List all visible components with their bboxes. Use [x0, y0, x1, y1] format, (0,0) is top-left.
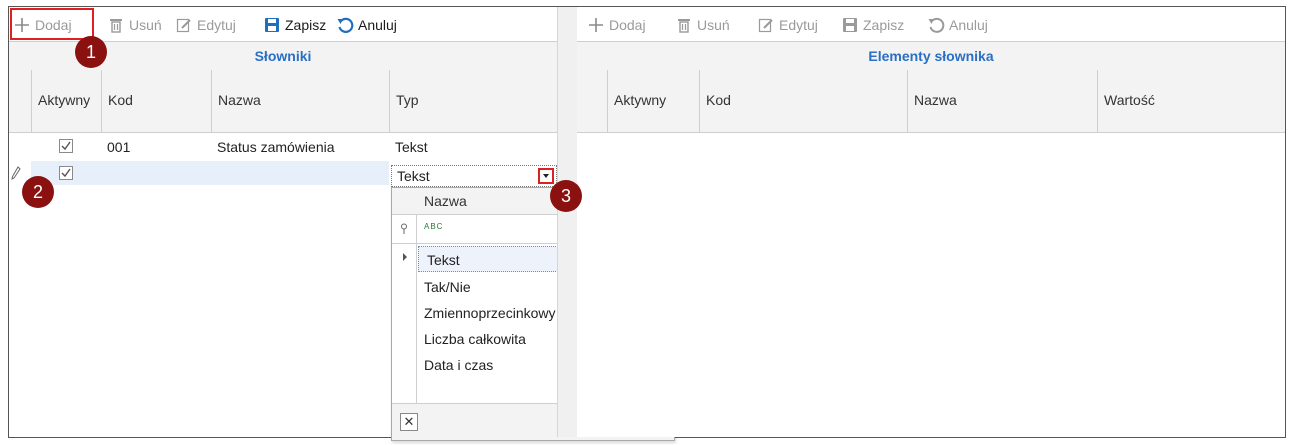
column-header-value[interactable]: Wartość [1097, 70, 1285, 132]
dictionaries-column-header: Aktywny Kod Nazwa Typ [9, 70, 557, 133]
dictionary-elements-toolbar: Dodaj Usuń Edytuj Zapisz Anuluj [577, 7, 1285, 41]
dictionaries-pane: Dodaj Usuń Edytuj Zapisz Anuluj Słowniki… [9, 7, 675, 441]
delete-button[interactable]: Usuń [107, 15, 162, 35]
column-header-code[interactable]: Kod [699, 70, 907, 132]
pencil-icon [11, 166, 21, 183]
active-checkbox[interactable] [59, 139, 73, 153]
delete-button-label: Usuń [129, 17, 162, 33]
undo-icon [927, 16, 945, 34]
add-button-label: Dodaj [609, 17, 646, 33]
floppy-disk-icon [841, 16, 859, 34]
cancel-button[interactable]: Anuluj [336, 15, 397, 35]
save-button-label: Zapisz [285, 17, 327, 33]
save-button-label: Zapisz [863, 17, 905, 33]
edit-icon [757, 16, 775, 34]
callout-badge-2: 2 [22, 176, 54, 208]
pane-splitter[interactable] [557, 7, 579, 437]
save-button[interactable]: Zapisz [841, 15, 904, 35]
trash-icon [107, 16, 125, 34]
cancel-button-label: Anuluj [949, 17, 988, 33]
dictionary-elements-pane: Dodaj Usuń Edytuj Zapisz Anuluj Elementy… [577, 7, 1285, 437]
active-checkbox[interactable] [59, 166, 73, 180]
code-cell[interactable]: 001 [101, 135, 211, 159]
edit-icon [175, 16, 193, 34]
edit-button[interactable]: Edytuj [757, 15, 818, 35]
column-header-name[interactable]: Nazwa [907, 70, 1097, 132]
name-cell[interactable]: Status zamówienia [211, 135, 389, 159]
type-combobox-value: Tekst [397, 168, 430, 184]
dictionary-elements-caption: Elementy słownika [577, 41, 1285, 71]
pin-icon [401, 223, 407, 234]
column-header-active[interactable]: Aktywny [607, 70, 699, 132]
type-combobox[interactable]: Tekst [391, 165, 557, 187]
delete-button-label: Usuń [697, 17, 730, 33]
type-cell[interactable]: Tekst [389, 135, 557, 159]
callout-badge-3: 3 [550, 180, 582, 212]
undo-icon [336, 16, 354, 34]
edit-button-label: Edytuj [197, 17, 236, 33]
add-button[interactable]: Dodaj [587, 15, 646, 35]
popup-gutter-line [416, 215, 417, 243]
row-indicator-header [577, 70, 607, 132]
window-frame: Dodaj Usuń Edytuj Zapisz Anuluj Słowniki… [8, 6, 1286, 441]
type-dropdown-button[interactable] [538, 168, 554, 184]
column-header-name[interactable]: Nazwa [211, 70, 389, 132]
floppy-disk-icon [263, 16, 281, 34]
column-header-active[interactable]: Aktywny [31, 70, 101, 132]
table-row[interactable]: 001 Status zamówienia Tekst [9, 135, 557, 159]
dictionary-elements-column-header: Aktywny Kod Nazwa Wartość [577, 70, 1285, 133]
cancel-button-label: Anuluj [358, 17, 397, 33]
edit-button[interactable]: Edytuj [175, 15, 236, 35]
column-header-type[interactable]: Typ [389, 70, 557, 132]
trash-icon [675, 16, 693, 34]
popup-column-header-label[interactable]: Nazwa [424, 188, 467, 214]
delete-button[interactable]: Usuń [675, 15, 730, 35]
plus-icon [587, 16, 605, 34]
edit-button-label: Edytuj [779, 17, 818, 33]
clear-button[interactable]: ✕ [400, 413, 418, 431]
callout-badge-1: 1 [75, 36, 107, 68]
cancel-button[interactable]: Anuluj [927, 15, 988, 35]
current-row-arrow-icon [403, 253, 407, 261]
chevron-down-icon [543, 174, 549, 178]
filter-text-icon: ABC [424, 222, 444, 231]
code-cell[interactable] [101, 161, 211, 185]
highlight-add-button [10, 8, 94, 40]
row-indicator-header [9, 70, 31, 132]
column-header-code[interactable]: Kod [101, 70, 211, 132]
save-button[interactable]: Zapisz [263, 15, 326, 35]
name-cell[interactable] [211, 161, 389, 185]
